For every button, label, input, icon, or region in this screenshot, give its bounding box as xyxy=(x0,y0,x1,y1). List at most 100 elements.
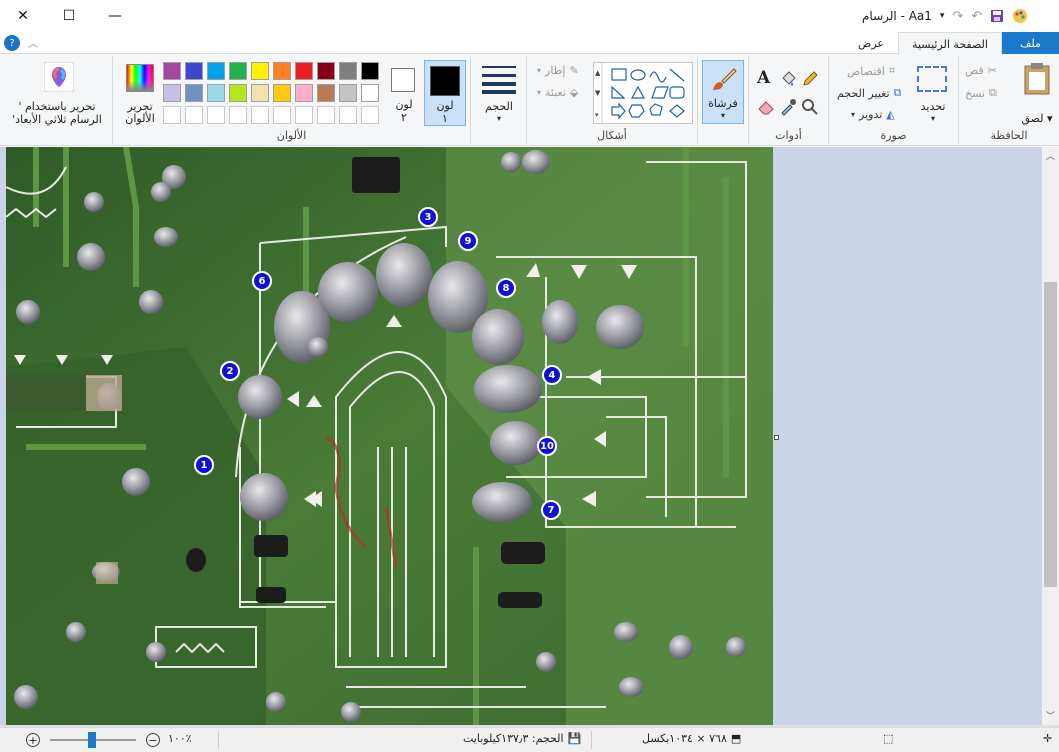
palette-swatch[interactable] xyxy=(317,106,335,124)
paint-app-icon xyxy=(1013,9,1028,23)
palette-swatch[interactable] xyxy=(295,106,313,124)
brushes-group: فرشاة ▾ xyxy=(697,56,748,144)
save-icon[interactable] xyxy=(990,9,1004,23)
canvas-image[interactable]: 1 2 3 4 6 7 8 9 10 xyxy=(6,147,773,725)
palette-swatch[interactable] xyxy=(361,106,379,124)
palette-swatch[interactable] xyxy=(339,84,357,102)
title-bar: ✕ ☐ — Aa1 - الرسام ▾ ↷ ↶ xyxy=(0,0,1059,32)
palette-swatch[interactable] xyxy=(295,84,313,102)
magnifier-icon[interactable] xyxy=(801,98,819,116)
collapse-ribbon-icon[interactable]: ︿ xyxy=(28,35,38,50)
palette-swatch[interactable] xyxy=(339,106,357,124)
zoom-in-button[interactable]: + xyxy=(26,733,40,747)
marker-4: 4 xyxy=(542,365,562,385)
resize-button[interactable]: تغيير الحجم ⧉ xyxy=(837,86,901,100)
marker-3: 3 xyxy=(418,207,438,227)
close-icon: ✕ xyxy=(17,8,29,24)
paint3d-group: تحرير باستخدام ' الرسام ثلاثي الأبعاد' xyxy=(0,56,112,144)
fill-icon: ⬙ xyxy=(569,86,579,99)
zoom-slider[interactable] xyxy=(50,732,136,748)
palette-swatch[interactable] xyxy=(361,62,379,80)
color1-number: ١ xyxy=(442,112,448,125)
minimize-button[interactable]: — xyxy=(92,0,138,32)
zoom-slider-thumb[interactable] xyxy=(88,732,96,748)
palette-swatch[interactable] xyxy=(317,84,335,102)
copy-button[interactable]: نسخ ⧉ xyxy=(965,86,997,100)
palette-swatch[interactable] xyxy=(185,62,203,80)
image-dimensions: ⬒ ٧٦٨ × ١٠٣٤بكسل xyxy=(642,732,742,745)
palette-swatch[interactable] xyxy=(163,106,181,124)
line-size-icon xyxy=(482,66,516,94)
palette-swatch[interactable] xyxy=(273,84,291,102)
text-icon[interactable]: A xyxy=(757,68,770,88)
palette-swatch[interactable] xyxy=(251,106,269,124)
scroll-down-arrow[interactable]: ﹀ xyxy=(1046,709,1055,722)
edit-colors-button[interactable]: تحرير الألوان xyxy=(119,62,161,128)
size-group: الحجم ▾ xyxy=(470,56,526,144)
tab-view[interactable]: عرض xyxy=(846,32,896,54)
palette-swatch[interactable] xyxy=(251,62,269,80)
palette-swatch[interactable] xyxy=(273,106,291,124)
size-button[interactable]: الحجم ▾ xyxy=(477,60,521,124)
file-size: 💾 الحجم: ١٣٧٫٣كيلوبايت xyxy=(463,732,582,745)
image-group-label: صورة xyxy=(880,129,907,142)
marker-1: 1 xyxy=(194,455,214,475)
help-icon[interactable]: ? xyxy=(4,35,20,51)
qat-dropdown-icon[interactable]: ▾ xyxy=(940,11,945,21)
palette-swatch[interactable] xyxy=(339,62,357,80)
cut-button[interactable]: قص ✂ xyxy=(965,64,997,77)
canvas-workspace[interactable]: 1 2 3 4 6 7 8 9 10 xyxy=(0,147,1042,725)
palette-swatch[interactable] xyxy=(295,62,313,80)
palette-swatch[interactable] xyxy=(163,84,181,102)
brushes-button[interactable]: فرشاة ▾ xyxy=(702,60,744,124)
resize-icon: ⧉ xyxy=(893,86,902,99)
palette-swatch[interactable] xyxy=(361,84,379,102)
shapes-gallery[interactable]: ▲ ▼ ▾ xyxy=(593,62,693,125)
fill-bucket-icon[interactable] xyxy=(779,70,797,88)
marker-8: 8 xyxy=(496,278,516,298)
color1-swatch xyxy=(430,66,460,96)
pencil-icon[interactable] xyxy=(801,70,819,88)
palette-swatch[interactable] xyxy=(185,106,203,124)
color2-label: لون xyxy=(395,98,413,111)
maximize-button[interactable]: ☐ xyxy=(46,0,92,32)
vertical-scrollbar[interactable]: ︿ ﹀ xyxy=(1042,147,1059,725)
rotate-button[interactable]: ▾ تدوير ◭ xyxy=(851,108,895,121)
color-picker-icon[interactable] xyxy=(779,98,797,116)
palette-swatch[interactable] xyxy=(207,62,225,80)
shape-fill-button[interactable]: ▾ تعبئة ⬙ xyxy=(537,86,578,99)
copy-icon: ⧉ xyxy=(988,86,997,99)
select-button[interactable]: تحديد ▾ xyxy=(915,62,951,128)
tab-file[interactable]: ملف xyxy=(1002,32,1059,54)
palette-swatch[interactable] xyxy=(207,84,225,102)
palette-swatch[interactable] xyxy=(317,62,335,80)
undo-icon[interactable]: ↶ xyxy=(971,9,982,24)
paste-icon xyxy=(1024,63,1050,95)
palette-swatch[interactable] xyxy=(251,84,269,102)
eraser-icon[interactable] xyxy=(757,98,775,116)
outline-icon: ✎ xyxy=(569,64,579,77)
edit-colors-label-line2: الألوان xyxy=(125,112,155,125)
palette-swatch[interactable] xyxy=(229,106,247,124)
palette-swatch[interactable] xyxy=(207,106,225,124)
palette-swatch[interactable] xyxy=(163,62,181,80)
palette-swatch[interactable] xyxy=(229,62,247,80)
marker-6: 6 xyxy=(252,271,272,291)
color2-number: ٢ xyxy=(401,111,407,124)
edit-with-paint3d-button[interactable]: تحرير باستخدام ' الرسام ثلاثي الأبعاد' xyxy=(6,60,108,130)
scroll-thumb[interactable] xyxy=(1044,282,1057,587)
palette-swatch[interactable] xyxy=(273,62,291,80)
close-button[interactable]: ✕ xyxy=(0,0,46,32)
tab-home[interactable]: الصفحة الرئيسية xyxy=(898,32,1002,55)
shape-outline-button[interactable]: ▾ إطار ✎ xyxy=(537,64,579,77)
canvas-resize-handle[interactable] xyxy=(774,435,779,440)
redo-icon[interactable]: ↷ xyxy=(952,9,963,24)
color1-button[interactable]: لون ١ xyxy=(424,60,466,126)
palette-swatch[interactable] xyxy=(229,84,247,102)
crop-button[interactable]: اقتصاص ⌗ xyxy=(847,64,895,78)
palette-swatch[interactable] xyxy=(185,84,203,102)
scroll-up-arrow[interactable]: ︿ xyxy=(1046,149,1055,162)
zoom-out-button[interactable]: − xyxy=(146,733,160,747)
paste-button[interactable]: لصق ▾ xyxy=(1017,62,1057,128)
color2-button[interactable]: لون ٢ xyxy=(387,60,421,126)
